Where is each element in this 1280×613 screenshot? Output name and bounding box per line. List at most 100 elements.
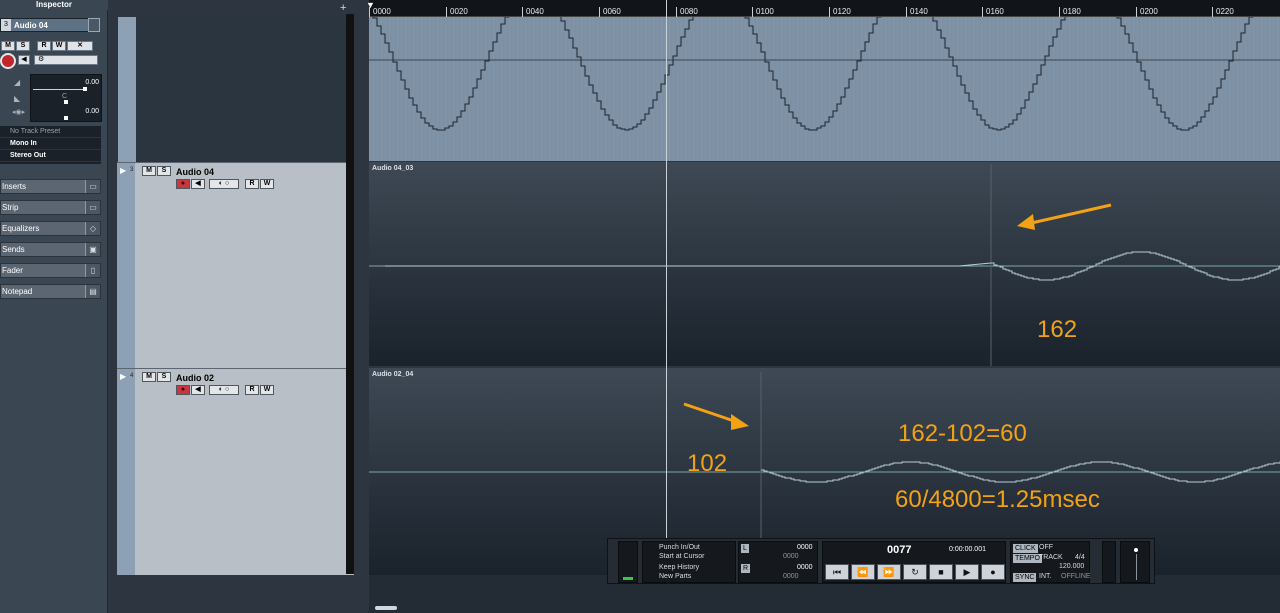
inspector-track-name: Audio 04 [14, 20, 48, 30]
splitter[interactable] [346, 14, 354, 574]
section-equalizers-label: Equalizers [2, 224, 40, 233]
track-read-button[interactable]: R [245, 385, 259, 395]
track-preset[interactable]: No Track Preset [0, 126, 101, 138]
inspector-track-header[interactable]: 3 Audio 04 [0, 18, 100, 32]
track-name[interactable]: Audio 02 [176, 373, 214, 383]
ruler-tick: 0080 [676, 7, 698, 17]
ruler-tick: 0200 [1136, 7, 1158, 17]
record-enable-icon[interactable] [0, 53, 16, 69]
tempo-label[interactable]: TEMPO [1013, 554, 1042, 563]
record-enable-icon[interactable]: ● [176, 385, 190, 395]
time-signature[interactable]: 4/4 [1075, 554, 1085, 561]
sync-mode[interactable]: INT. [1039, 573, 1051, 580]
inspector-panel: Inspector 3 Audio 04 M S R W ✕ ◀ ⚙ ◢ ◣ ◂… [0, 0, 108, 613]
section-sends[interactable]: Sends ▣ [0, 242, 101, 257]
timebase-icon[interactable]: ◐ ○ [209, 179, 239, 189]
rewind-icon[interactable]: ⏪ [851, 564, 875, 580]
section-equalizers[interactable]: Equalizers ◇ [0, 221, 101, 236]
right-locator-value[interactable]: 0000 [797, 564, 813, 571]
ruler-tick: 0100 [752, 7, 774, 17]
solo-button[interactable]: S [16, 41, 30, 51]
input-routing[interactable]: Mono In [0, 138, 101, 150]
ruler-tick: 0180 [1059, 7, 1081, 17]
monitor-icon[interactable]: ◀ [191, 179, 205, 189]
expand-icon[interactable]: ▶ [120, 166, 126, 175]
section-fader-label: Fader [2, 266, 23, 275]
timeline-ruler[interactable]: ▼ 0000 0020 0040 0060 0080 0100 0120 014… [366, 0, 1280, 17]
track-read-button[interactable]: R [245, 179, 259, 189]
locators[interactable]: L 0000 0000 R 0000 0000 [738, 541, 818, 583]
section-sends-label: Sends [2, 245, 25, 254]
strip-icon[interactable]: ▭ [85, 201, 100, 214]
ruler-tick: 0220 [1212, 7, 1234, 17]
notepad-icon[interactable]: ▤ [85, 285, 100, 298]
mute-button[interactable]: M [1, 41, 15, 51]
section-notepad[interactable]: Notepad ▤ [0, 284, 101, 299]
output-fader[interactable] [1120, 541, 1150, 583]
expand-icon[interactable]: ▶ [120, 372, 126, 381]
edit-instrument-icon[interactable] [88, 18, 100, 32]
inspector-levels[interactable]: 0.00 C 0.00 [30, 74, 102, 122]
start-at-cursor[interactable]: Start at Cursor [659, 553, 705, 560]
fader-icon[interactable]: ▯ [85, 264, 100, 277]
pan-value: C [61, 93, 67, 100]
position-time[interactable]: 0:00:00.001 [949, 546, 986, 553]
sync-label[interactable]: SYNC [1013, 573, 1037, 582]
cycle-icon[interactable]: ↻ [903, 564, 927, 580]
audio-event-source[interactable] [369, 0, 1280, 161]
tempo-section[interactable]: CLICK OFF TEMPO TRACK 4/4 120.000 SYNC I… [1010, 541, 1091, 583]
tempo-mode[interactable]: TRACK [1039, 554, 1063, 561]
click-label[interactable]: CLICK [1013, 544, 1038, 553]
waveform-audio04 [369, 164, 1280, 366]
bypass-icon[interactable]: ✕ [67, 41, 93, 51]
left-locator-value[interactable]: 0000 [797, 544, 813, 551]
go-to-start-icon[interactable]: ⏮ [825, 564, 849, 580]
input-meter [618, 541, 638, 583]
keep-history[interactable]: Keep History [659, 564, 699, 571]
track-row-audio02[interactable]: ▶ 4 M S Audio 02 ● ◀ ◐ ○ R W [117, 368, 354, 575]
add-track-icon[interactable]: + [340, 2, 346, 14]
new-parts[interactable]: New Parts [659, 573, 691, 580]
record-enable-icon[interactable]: ● [176, 179, 190, 189]
tempo-bpm[interactable]: 120.000 [1059, 563, 1084, 570]
read-button[interactable]: R [37, 41, 51, 51]
right-locator-label[interactable]: R [741, 564, 751, 573]
track-solo-button[interactable]: S [157, 166, 171, 176]
project-cursor[interactable] [666, 0, 667, 580]
track-write-button[interactable]: W [260, 179, 274, 189]
inserts-icon[interactable]: ▭ [85, 180, 100, 193]
track-solo-button[interactable]: S [157, 372, 171, 382]
output-routing[interactable]: Stereo Out [0, 150, 101, 162]
equalizer-icon[interactable]: ◇ [85, 222, 100, 235]
track-name[interactable]: Audio 04 [176, 167, 214, 177]
monitor-icon[interactable]: ◀ [18, 55, 30, 65]
annotation-difference: 162-102=60 [898, 420, 1027, 447]
write-button[interactable]: W [52, 41, 66, 51]
track-write-button[interactable]: W [260, 385, 274, 395]
fast-forward-icon[interactable]: ⏩ [877, 564, 901, 580]
settings-icon[interactable]: ⚙ [34, 55, 98, 65]
track-mute-button[interactable]: M [142, 372, 156, 382]
record-modes[interactable]: Punch In/Out Start at Cursor Keep Histor… [642, 541, 736, 583]
click-state[interactable]: OFF [1039, 544, 1053, 551]
section-inserts[interactable]: Inserts ▭ [0, 179, 101, 194]
audio-event-audio04[interactable]: Audio 04_03 162 [369, 162, 1280, 366]
sends-icon[interactable]: ▣ [85, 243, 100, 256]
play-icon[interactable]: ▶ [955, 564, 979, 580]
sync-state: OFFLINE [1061, 573, 1091, 580]
timebase-icon[interactable]: ◐ ○ [209, 385, 239, 395]
section-inserts-label: Inserts [2, 182, 27, 191]
section-fader[interactable]: Fader ▯ [0, 263, 101, 278]
ruler-tick: 0120 [829, 7, 851, 17]
section-strip[interactable]: Strip ▭ [0, 200, 101, 215]
annotation-162: 162 [1037, 316, 1078, 343]
left-locator-label[interactable]: L [741, 544, 749, 553]
stop-icon[interactable]: ■ [929, 564, 953, 580]
position-bars[interactable]: 0077 [887, 544, 911, 556]
track-row-audio04[interactable]: ▶ 3 M S Audio 04 ● ◀ ◐ ○ R W [117, 162, 354, 368]
monitor-icon[interactable]: ◀ [191, 385, 205, 395]
record-icon[interactable]: ● [981, 564, 1005, 580]
transport-panel: Punch In/Out Start at Cursor Keep Histor… [607, 538, 1155, 584]
track-mute-button[interactable]: M [142, 166, 156, 176]
punch-mode[interactable]: Punch In/Out [659, 544, 700, 551]
